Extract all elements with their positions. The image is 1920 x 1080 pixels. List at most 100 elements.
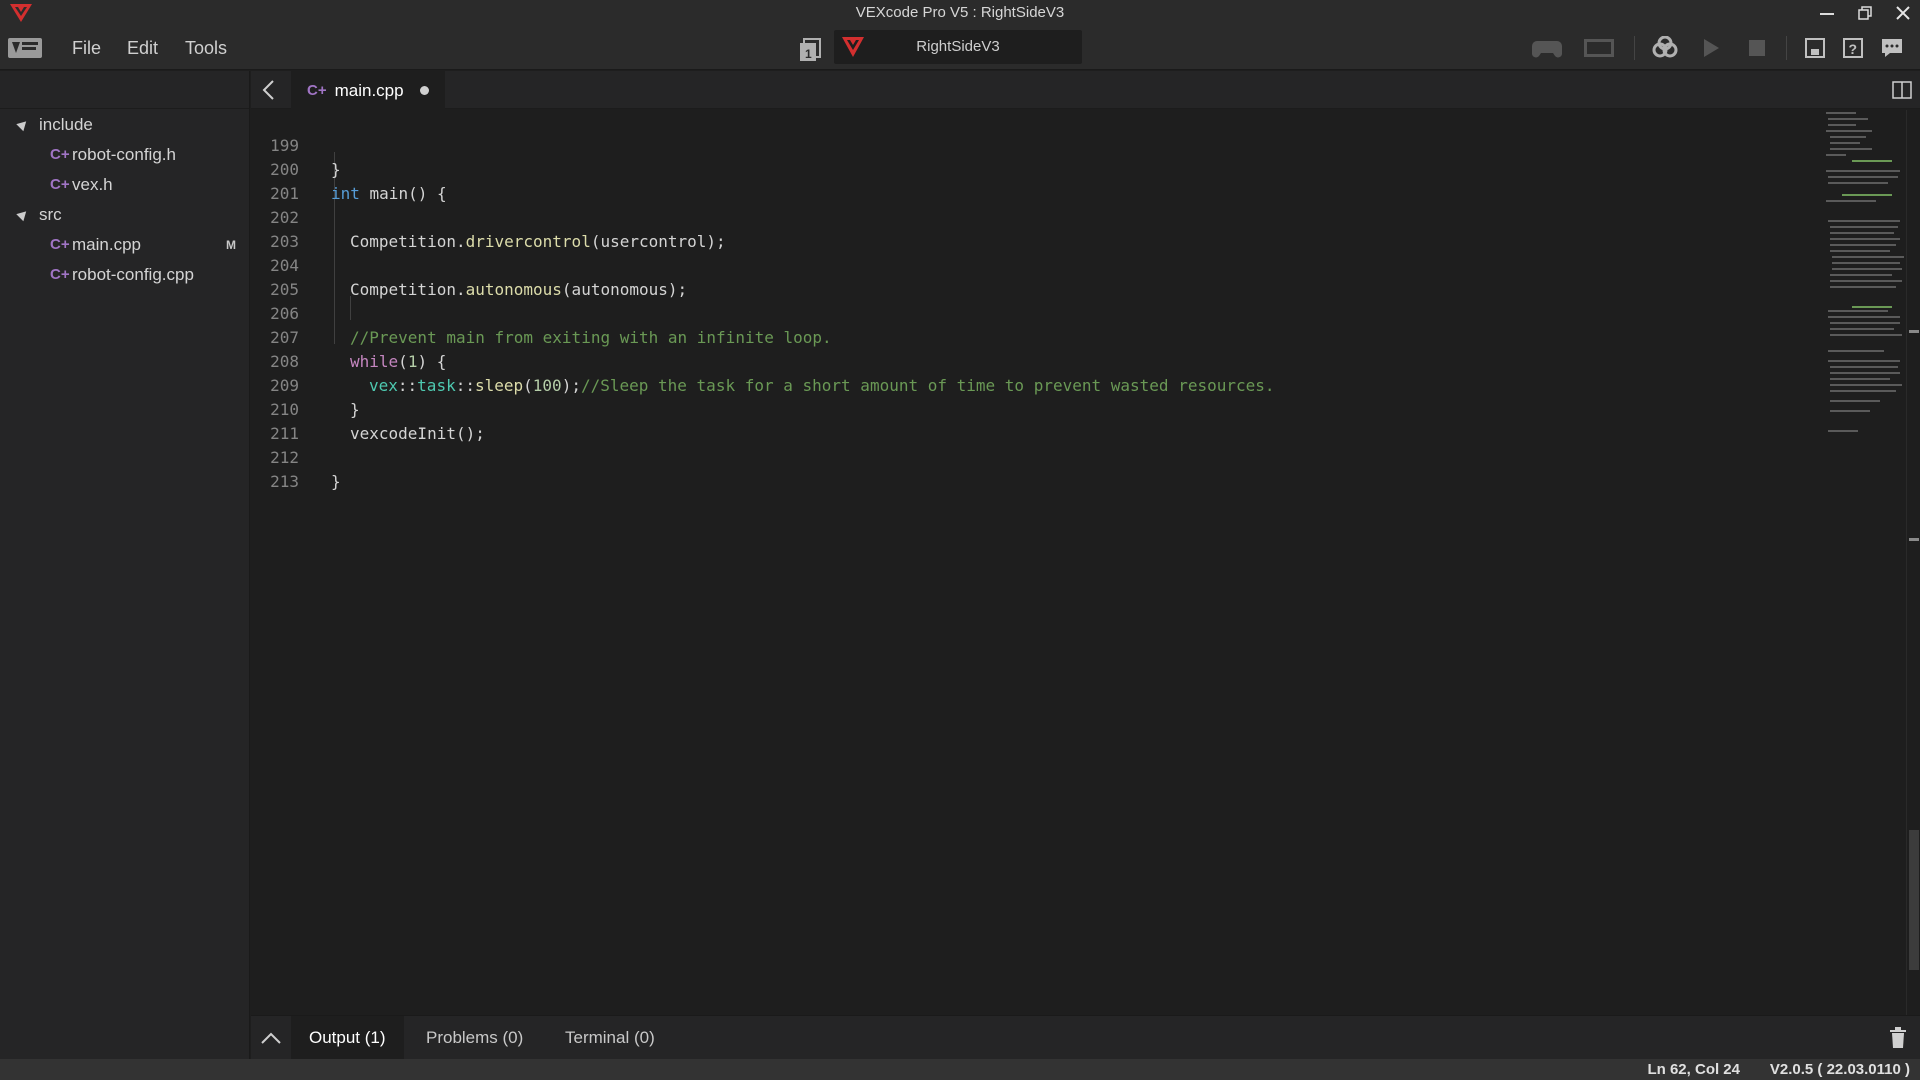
scroll-marker (1909, 330, 1919, 333)
close-icon (1896, 6, 1910, 20)
devices-button[interactable] (1802, 34, 1828, 62)
version-label: V2.0.5 ( 22.03.0110 ) (1769, 1061, 1910, 1078)
toolbar-separator (1634, 36, 1635, 60)
menu-file[interactable]: File (72, 26, 101, 70)
chevron-up-icon[interactable] (259, 1028, 283, 1048)
close-window-button[interactable] (1884, 0, 1920, 26)
code-line: 205 (251, 254, 299, 299)
cpp-file-icon: C+ (50, 146, 70, 163)
split-editor-icon[interactable] (1892, 81, 1912, 99)
vex-menu-icon[interactable] (8, 36, 42, 60)
trash-icon[interactable] (1888, 1027, 1908, 1049)
cpp-file-icon: C+ (307, 82, 327, 99)
tree-label: include (39, 115, 93, 134)
build-icon (1652, 36, 1678, 58)
code-text: vexcodeInit(); (350, 424, 485, 443)
code-text: Competition.drivercontrol(usercontrol); (350, 232, 726, 251)
tree-file-vex-h[interactable]: C+ vex.h (0, 170, 250, 200)
svg-text:1: 1 (805, 47, 812, 61)
brain-screen-icon (1584, 39, 1614, 57)
program-slot-icon[interactable]: 1 (798, 38, 822, 62)
play-icon (1704, 39, 1719, 57)
scroll-marker (1909, 538, 1919, 541)
tab-main-cpp[interactable]: C+ main.cpp (291, 71, 445, 109)
code-line: 208 vex::task::sleep(100);//Sleep the ta… (251, 326, 1274, 395)
controller-button[interactable] (1530, 34, 1564, 62)
tree-folder-src[interactable]: src (0, 200, 250, 230)
stop-icon (1749, 40, 1765, 56)
code-line: 212 } (251, 422, 341, 491)
code-text: int main() { (331, 184, 447, 203)
devices-icon (1805, 38, 1825, 58)
minimap[interactable] (1822, 110, 1906, 540)
window-title: VEXcode Pro V5 : RightSideV3 (855, 4, 1065, 21)
brain-screen-button[interactable] (1582, 34, 1616, 62)
controller-icon (1532, 41, 1562, 58)
code-line: 199 } (251, 110, 341, 179)
panel-tab-bar: Output (1) Problems (0) Terminal (0) (251, 1015, 1920, 1060)
tree-file-robot-config-cpp[interactable]: C+ robot-config.cpp (0, 260, 250, 290)
menu-bar: File Edit Tools 1 RightSideV3 ? (0, 26, 1920, 70)
code-line: 204 Competition.autonomous(autonomous); (251, 230, 687, 299)
tab-problems[interactable]: Problems (0) (408, 1016, 541, 1060)
code-line: 211 (251, 398, 299, 443)
build-button[interactable] (1650, 34, 1680, 62)
cpp-file-icon: C+ (50, 176, 70, 193)
cpp-file-icon: C+ (50, 266, 70, 283)
line-number: 213 (270, 472, 299, 491)
toolbar-separator (1786, 36, 1787, 60)
expanded-triangle-icon (16, 117, 30, 132)
tree-label: robot-config.h (72, 145, 176, 164)
tab-output[interactable]: Output (1) (291, 1016, 404, 1060)
svg-text:?: ? (1849, 41, 1858, 57)
menu-tools[interactable]: Tools (185, 26, 227, 70)
tree-folder-include[interactable]: include (0, 110, 250, 140)
modified-badge: M (226, 238, 236, 252)
code-line: 206 //Prevent main from exiting with an … (251, 278, 832, 347)
minimize-icon (1820, 13, 1834, 15)
editor-tab-bar: C+ main.cpp (251, 71, 1920, 109)
help-icon: ? (1843, 38, 1863, 58)
code-editor[interactable]: 199 } 200 int main() { 201 202 Competiti… (251, 110, 1920, 1015)
tree-file-robot-config-h[interactable]: C+ robot-config.h (0, 140, 250, 170)
unsaved-dot-icon[interactable] (419, 86, 429, 95)
feedback-button[interactable] (1878, 34, 1906, 62)
menu-edit[interactable]: Edit (127, 26, 158, 70)
chevron-left-icon[interactable] (259, 79, 279, 101)
restore-icon (1858, 6, 1872, 20)
tree-label: src (39, 205, 62, 224)
file-explorer: include C+ robot-config.h C+ vex.h src C… (0, 71, 250, 1059)
code-text: } (331, 472, 341, 491)
code-text: vex::task::sleep(100);//Sleep the task f… (369, 376, 1275, 395)
explorer-header (0, 71, 249, 109)
status-bar: Ln 62, Col 24 V2.0.5 ( 22.03.0110 ) (0, 1059, 1920, 1080)
help-button[interactable]: ? (1840, 34, 1866, 62)
code-line: 202 Competition.drivercontrol(usercontro… (251, 182, 726, 251)
restore-button[interactable] (1846, 0, 1884, 26)
expanded-triangle-icon (16, 207, 30, 222)
code-comment: //Prevent main from exiting with an infi… (350, 328, 832, 347)
editor-scrollbar[interactable] (1906, 110, 1920, 1015)
code-line: 201 (251, 158, 299, 203)
tab-terminal[interactable]: Terminal (0) (547, 1016, 673, 1060)
code-text: Competition.autonomous(autonomous); (350, 280, 688, 299)
minimize-button[interactable] (1808, 0, 1846, 26)
tree-file-main-cpp[interactable]: C+ main.cpp M (0, 230, 250, 260)
code-line: 213 (251, 446, 299, 491)
stop-button[interactable] (1744, 34, 1770, 62)
cursor-position[interactable]: Ln 62, Col 24 (1647, 1059, 1740, 1080)
run-button[interactable] (1698, 34, 1724, 62)
code-line: 209 } (251, 350, 360, 419)
tree-label: main.cpp (72, 235, 141, 254)
code-line: 203 (251, 206, 299, 251)
code-line: 207 while(1) { (251, 302, 446, 371)
code-line: 210 vexcodeInit(); (251, 374, 485, 443)
tab-label: main.cpp (334, 80, 404, 100)
scrollbar-thumb[interactable] (1909, 830, 1919, 970)
feedback-icon (1882, 39, 1902, 57)
tree-label: vex.h (72, 175, 113, 194)
project-name: RightSideV3 (916, 38, 1000, 55)
title-bar: VEXcode Pro V5 : RightSideV3 (0, 0, 1920, 26)
project-name-box[interactable]: RightSideV3 (834, 30, 1082, 64)
tree-label: robot-config.cpp (72, 265, 194, 284)
